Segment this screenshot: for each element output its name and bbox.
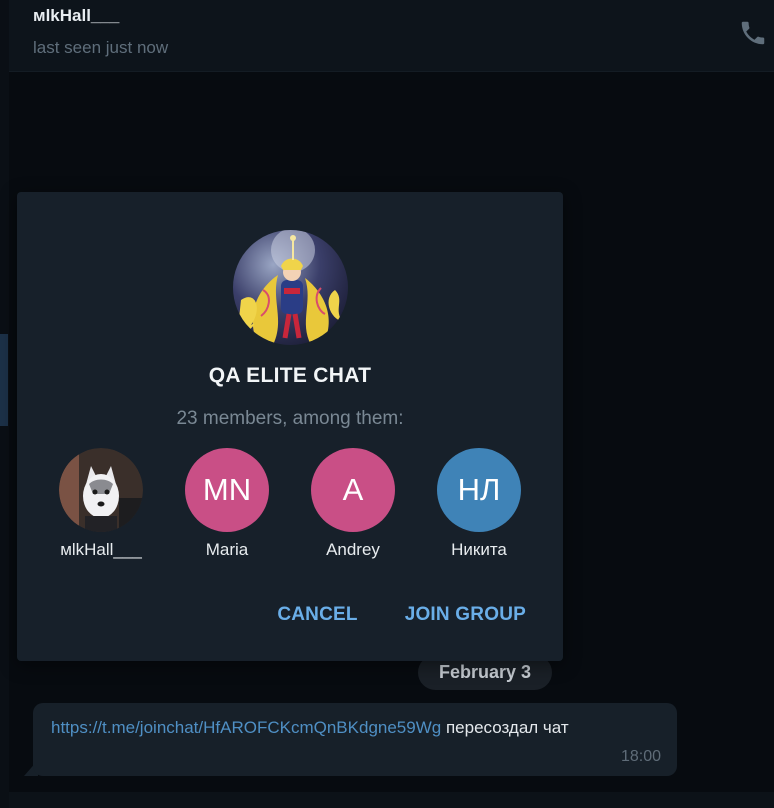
member-name: Никита bbox=[451, 540, 507, 559]
member-avatar: НЛ bbox=[437, 448, 521, 532]
member-avatar: MN bbox=[185, 448, 269, 532]
chat-header: мlkHall___ last seen just now bbox=[9, 0, 774, 72]
member-item[interactable]: НЛ Никита bbox=[419, 448, 539, 560]
message-bubble[interactable]: https://t.me/joinchat/HfAROFCKcmQnBKdgne… bbox=[33, 703, 677, 776]
left-sidebar-edge bbox=[0, 0, 9, 808]
member-item[interactable]: MN Maria bbox=[167, 448, 287, 560]
member-avatar: A bbox=[311, 448, 395, 532]
join-group-button[interactable]: JOIN GROUP bbox=[405, 604, 526, 626]
phone-icon[interactable] bbox=[738, 18, 768, 48]
member-name: Maria bbox=[205, 540, 249, 559]
member-name: Andrey bbox=[326, 540, 380, 559]
member-item[interactable]: мlkHall___ bbox=[41, 448, 161, 560]
selected-chat-indicator bbox=[0, 334, 8, 426]
chat-title[interactable]: мlkHall___ bbox=[33, 6, 119, 26]
join-group-dialog: QA ELITE CHAT 23 members, among them: мl… bbox=[17, 192, 563, 661]
message-text: пересоздал чат bbox=[445, 718, 569, 737]
invite-link[interactable]: https://t.me/joinchat/HfAROFCKcmQnBKdgne… bbox=[51, 718, 441, 737]
composer-edge bbox=[9, 792, 774, 808]
member-name: мlkHall___ bbox=[60, 540, 142, 559]
group-avatar bbox=[233, 230, 348, 345]
member-item[interactable]: A Andrey bbox=[293, 448, 413, 560]
member-count: 23 members, among them: bbox=[176, 408, 404, 429]
member-avatar bbox=[59, 448, 143, 532]
chat-status: last seen just now bbox=[33, 38, 169, 57]
message-time: 18:00 bbox=[620, 748, 661, 765]
cancel-button[interactable]: CANCEL bbox=[277, 604, 357, 626]
group-title: QA ELITE CHAT bbox=[208, 364, 372, 387]
dialog-actions: CANCEL JOIN GROUP bbox=[277, 604, 526, 626]
